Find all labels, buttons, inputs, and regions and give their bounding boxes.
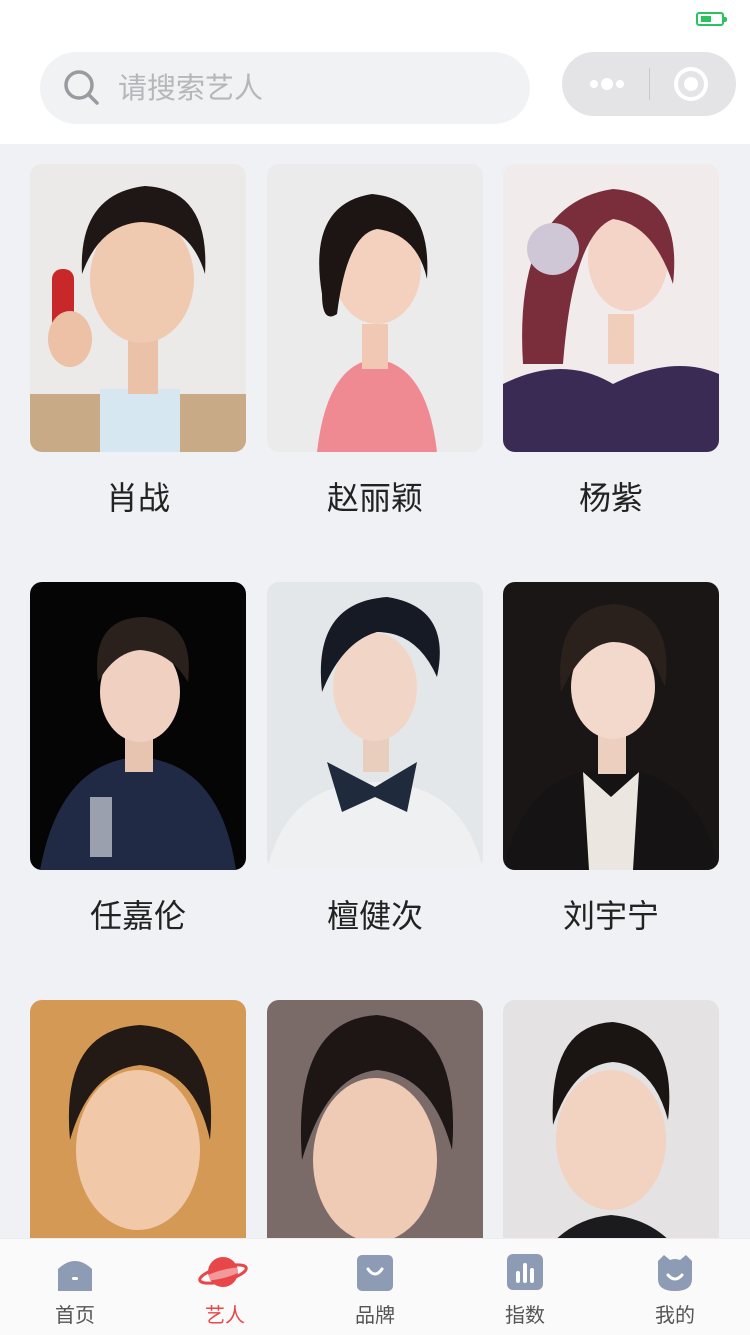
bottom-tab-bar: 首页 艺人 品牌 指数 我的	[0, 1238, 750, 1335]
search-icon	[64, 70, 99, 105]
artist-name: 杨紫	[578, 479, 643, 517]
artist-photo	[503, 1000, 719, 1238]
artist-card[interactable]	[267, 1000, 483, 1238]
tab-profile[interactable]: 我的	[600, 1239, 750, 1335]
artist-name: 檀健次	[326, 897, 423, 935]
tab-label: 艺人	[205, 1303, 245, 1327]
artist-photo	[267, 1000, 483, 1238]
capsule-divider	[649, 68, 650, 100]
artist-grid: 肖战 赵丽颖 杨紫 任嘉伦 檀健次 刘宇宁	[0, 144, 750, 1238]
artist-photo	[503, 582, 719, 870]
mini-program-capsule	[562, 52, 736, 116]
artist-photo	[30, 582, 246, 870]
search-placeholder: 请搜索艺人	[118, 71, 264, 105]
artist-card[interactable]: 任嘉伦	[30, 582, 246, 936]
artist-card[interactable]	[30, 1000, 246, 1238]
close-target-icon[interactable]	[673, 66, 709, 102]
artist-photo	[267, 582, 483, 870]
artist-photo	[30, 1000, 246, 1238]
header: 请搜索艺人	[0, 40, 750, 144]
profile-icon	[658, 1255, 692, 1291]
bar-chart-icon	[507, 1254, 543, 1290]
artist-name: 肖战	[105, 479, 170, 517]
artist-card[interactable]: 赵丽颖	[267, 164, 483, 518]
tab-label: 品牌	[355, 1303, 395, 1327]
artist-card[interactable]: 刘宇宁	[503, 582, 719, 936]
artist-card[interactable]: 肖战	[30, 164, 246, 518]
artist-name: 任嘉伦	[89, 897, 186, 935]
battery-icon	[696, 12, 727, 26]
tab-label: 我的	[655, 1303, 695, 1327]
artist-photo	[267, 164, 483, 452]
artist-card[interactable]: 杨紫	[503, 164, 719, 518]
artist-card[interactable]: 檀健次	[267, 582, 483, 936]
tab-home[interactable]: 首页	[0, 1239, 150, 1335]
tab-label: 指数	[505, 1303, 545, 1327]
artist-photo	[503, 164, 719, 452]
home-icon	[58, 1261, 92, 1291]
artist-name: 赵丽颖	[326, 479, 423, 517]
planet-icon	[198, 1257, 248, 1287]
artist-photo	[30, 164, 246, 452]
tab-label: 首页	[55, 1303, 95, 1327]
search-input[interactable]: 请搜索艺人	[40, 52, 530, 124]
artist-card[interactable]	[503, 1000, 719, 1238]
shopping-bag-icon	[357, 1255, 393, 1291]
status-bar	[0, 0, 750, 40]
more-icon[interactable]	[588, 52, 628, 116]
artist-name: 刘宇宁	[562, 897, 659, 935]
tab-brands[interactable]: 品牌	[300, 1239, 450, 1335]
tab-artists[interactable]: 艺人	[150, 1239, 300, 1335]
tab-index[interactable]: 指数	[450, 1239, 600, 1335]
